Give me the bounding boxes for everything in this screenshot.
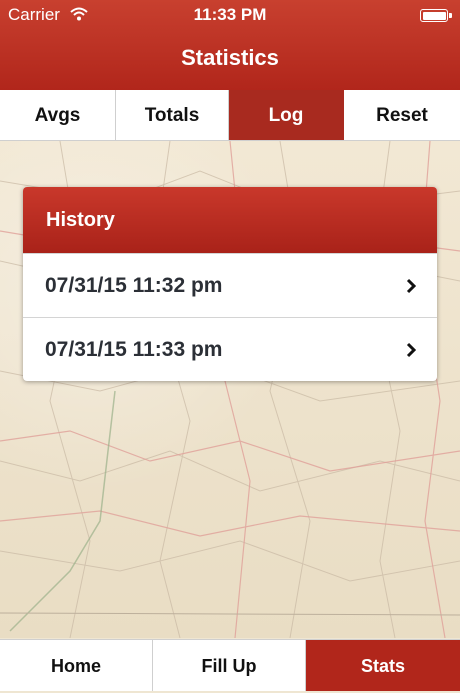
tab-log[interactable]: Log [229,90,344,140]
chevron-right-icon [405,318,417,381]
tab-fill-up[interactable]: Fill Up [153,640,306,691]
tab-avgs[interactable]: Avgs [0,90,116,140]
status-bar: Carrier 11:33 PM [0,0,460,30]
history-card: History 07/31/15 11:32 pm 07/31/15 11:33… [23,187,437,381]
clock: 11:33 PM [193,5,267,24]
list-item[interactable]: 07/31/15 11:33 pm [23,317,437,381]
list-item[interactable]: 07/31/15 11:32 pm [23,253,437,317]
tab-reset[interactable]: Reset [344,90,460,140]
top-bar: Carrier 11:33 PM Statistics [0,0,460,91]
tab-stats[interactable]: Stats [306,640,460,691]
tab-totals[interactable]: Totals [116,90,229,140]
history-header: History [23,187,437,253]
history-entry-label: 07/31/15 11:33 pm [45,338,223,361]
history-entry-label: 07/31/15 11:32 pm [45,274,223,297]
battery-icon [420,9,452,22]
bottom-tab-bar: Home Fill Up Stats [0,639,460,691]
tab-home[interactable]: Home [0,640,153,691]
page-title: Statistics [181,45,279,70]
chevron-right-icon [405,254,417,317]
segmented-control: Avgs Totals Log Reset [0,90,460,141]
